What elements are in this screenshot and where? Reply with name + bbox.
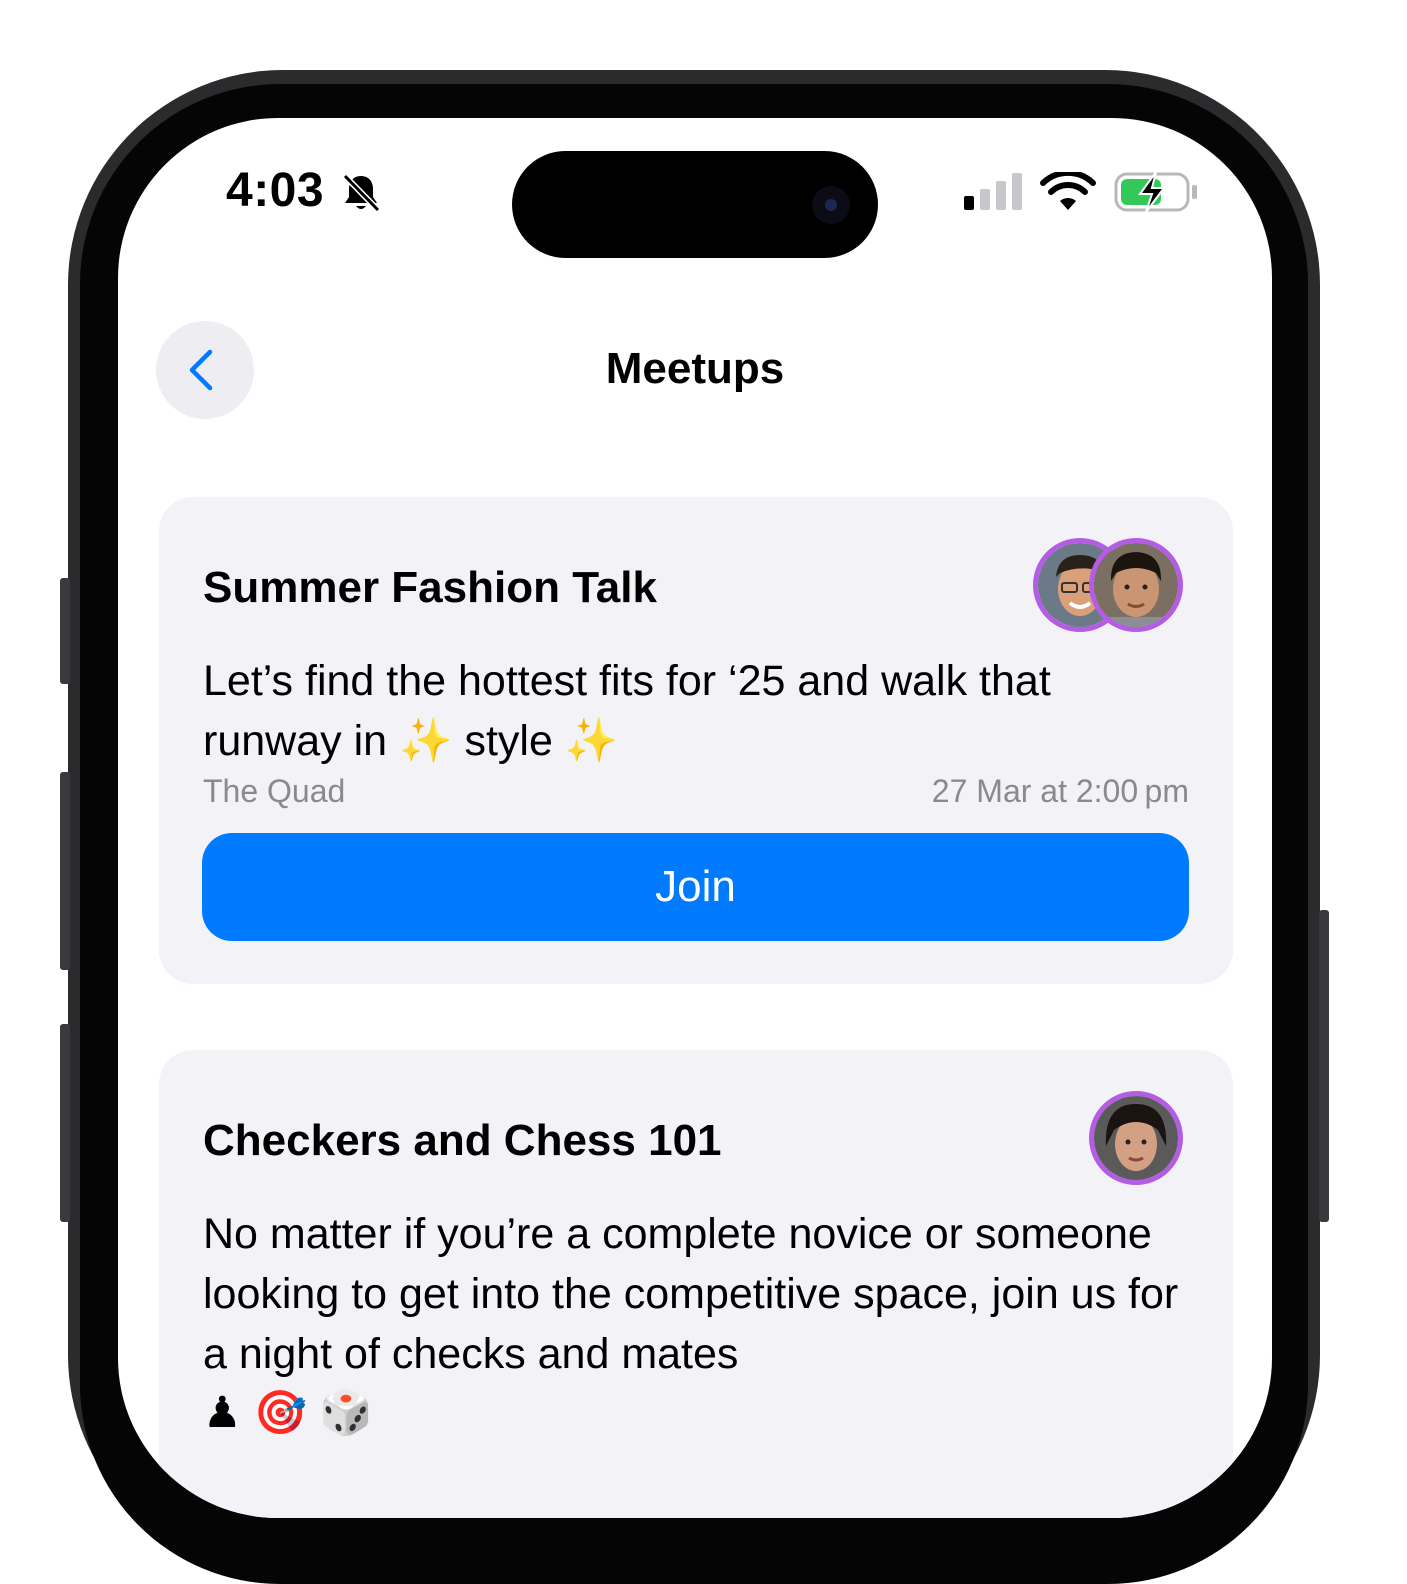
sparkles-icon: ✨ [564,716,619,766]
sparkles-icon: ✨ [398,716,453,766]
screen: 4:03 Meetups Summer Fashion Talk Let’s f… [118,118,1272,1518]
signal-icon [964,173,1022,210]
wifi-icon [1040,172,1096,210]
battery-charging-icon [1114,171,1197,213]
volume-down-button [60,1024,70,1222]
front-camera [812,186,850,224]
page-title: Meetups [605,344,785,393]
meetup-card: Checkers and Chess 101 No matter if you’… [159,1050,1233,1518]
avatar[interactable] [1089,1091,1183,1185]
silent-switch [60,578,70,684]
meetup-description: No matter if you’re a complete novice or… [203,1210,1179,1378]
avatar[interactable] [1089,538,1183,632]
status-time: 4:03 [226,164,325,217]
meetup-card: Summer Fashion Talk Let’s find the hotte… [159,497,1233,984]
join-button[interactable]: Join [202,833,1189,941]
meetup-datetime: 27 Mar at 2:00 pm [931,773,1189,809]
meetup-emojis: ♟ 🎯 🎲 [203,1389,373,1437]
bell-slash-icon [342,173,381,213]
volume-up-button [60,772,70,970]
meetup-title: Checkers and Chess 101 [203,1116,722,1165]
meetup-title: Summer Fashion Talk [203,563,657,612]
dynamic-island [512,151,878,258]
meetup-description: Let’s find the hottest fits for ‘25 and … [203,657,1051,766]
meetup-location: The Quad [203,773,346,809]
power-button [1319,910,1329,1222]
